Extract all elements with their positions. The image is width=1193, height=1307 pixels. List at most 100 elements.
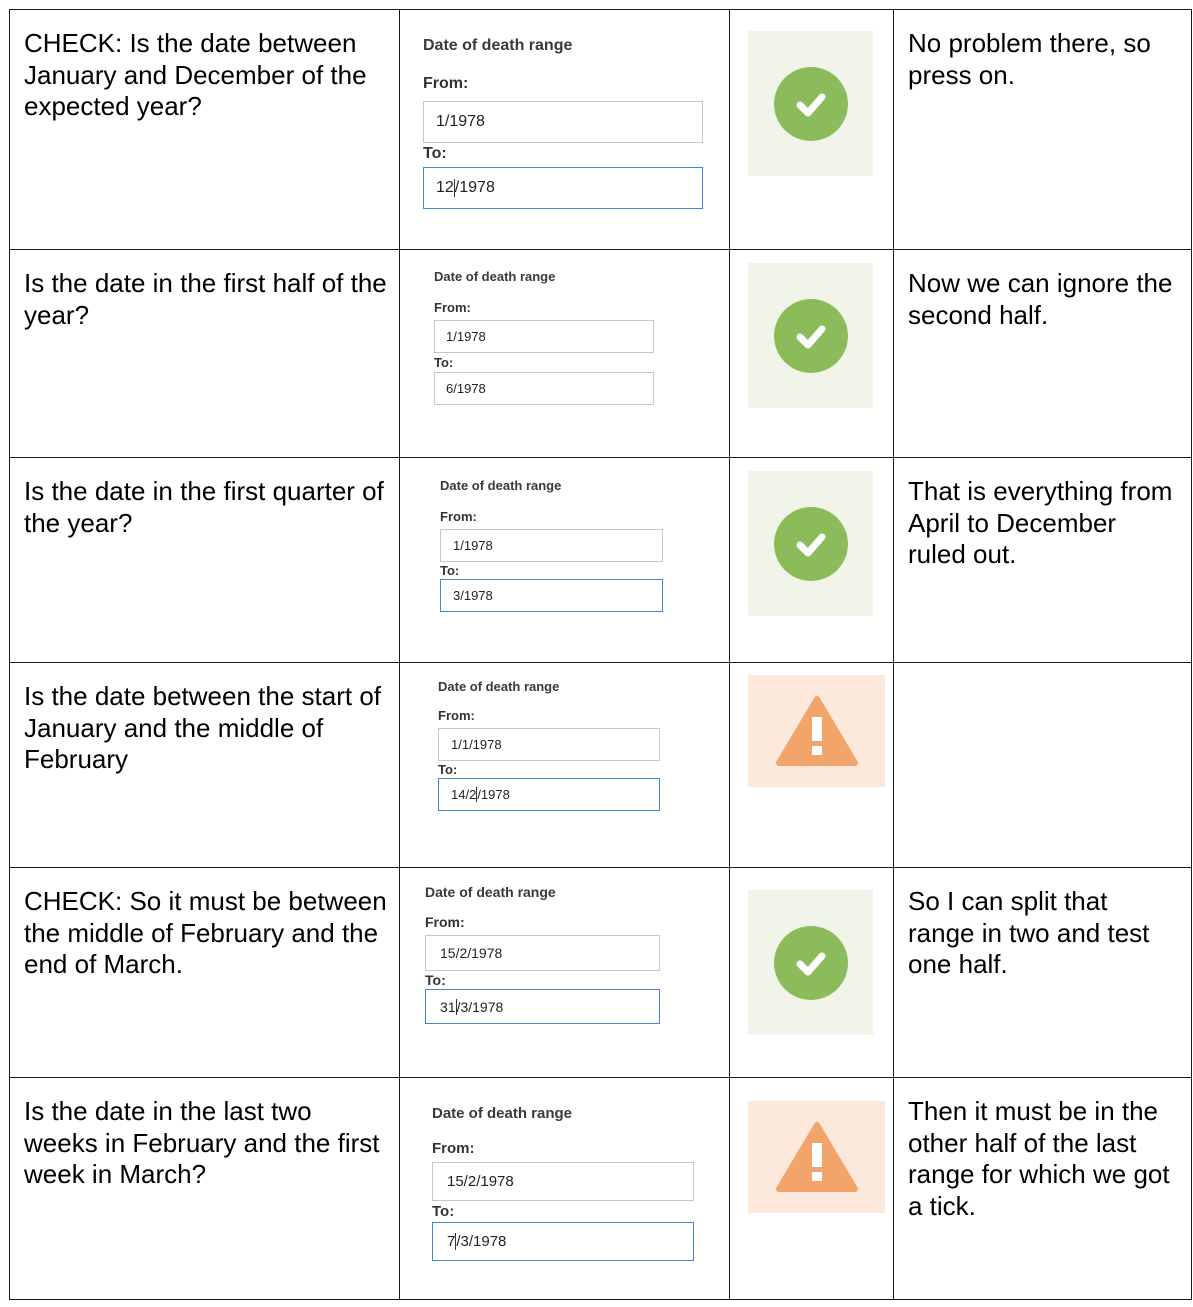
to-label: To: bbox=[425, 972, 446, 988]
question-cell: CHECK: So it must be between the middle … bbox=[9, 867, 400, 1078]
icon-cell bbox=[729, 662, 894, 868]
form-cell: Date of death range From: 15/2/1978 To: … bbox=[399, 1077, 730, 1300]
table-row: Is the date in the last two weeks in Feb… bbox=[9, 1077, 1192, 1300]
question-text: CHECK: So it must be between the middle … bbox=[24, 886, 387, 979]
form-title: Date of death range bbox=[434, 269, 556, 284]
form-title: Date of death range bbox=[423, 37, 573, 54]
to-label: To: bbox=[434, 355, 454, 370]
note-text bbox=[894, 663, 1191, 681]
to-label: To: bbox=[440, 563, 460, 578]
from-label: From: bbox=[438, 708, 475, 723]
from-label: From: bbox=[432, 1140, 475, 1157]
question-text: Is the date in the first quarter of the … bbox=[24, 476, 384, 538]
to-value-after: /3/1978 bbox=[456, 1233, 507, 1250]
to-value-before: 7 bbox=[447, 1233, 456, 1250]
from-input[interactable]: 1/1978 bbox=[423, 101, 703, 143]
to-value-before: 12 bbox=[436, 179, 454, 196]
from-input[interactable]: 15/2/1978 bbox=[425, 935, 660, 971]
date-range-form: Date of death range From: 1/1978 To: 12/… bbox=[423, 37, 703, 209]
from-value: 1/1978 bbox=[453, 538, 493, 553]
question-text: Is the date in the first half of the yea… bbox=[24, 268, 387, 330]
from-label: From: bbox=[423, 75, 469, 92]
form-cell: Date of death range From: 15/2/1978 To: … bbox=[399, 867, 730, 1078]
date-range-form: Date of death range From: 15/2/1978 To: … bbox=[425, 884, 660, 1024]
to-input[interactable]: 14/2/1978 bbox=[438, 778, 660, 811]
check-circle-icon bbox=[773, 506, 848, 581]
to-input[interactable]: 6/1978 bbox=[434, 372, 654, 405]
form-title: Date of death range bbox=[438, 679, 560, 694]
form-title: Date of death range bbox=[440, 478, 562, 493]
table-row: CHECK: So it must be between the middle … bbox=[9, 867, 1192, 1078]
from-label: From: bbox=[425, 914, 465, 930]
to-value: 3/1978 bbox=[453, 588, 493, 603]
from-label: From: bbox=[440, 509, 477, 524]
status-tile bbox=[748, 675, 885, 787]
form-cell: Date of death range From: 1/1/1978 To: 1… bbox=[399, 662, 730, 868]
from-value: 15/2/1978 bbox=[447, 1173, 514, 1190]
question-text: Is the date between the start of January… bbox=[24, 681, 382, 774]
warning-triangle-icon bbox=[775, 696, 858, 766]
to-value-after: /1978 bbox=[454, 179, 495, 196]
question-cell: CHECK: Is the date between January and D… bbox=[9, 9, 400, 250]
from-value: 1/1978 bbox=[446, 329, 486, 344]
question-cell: Is the date in the last two weeks in Feb… bbox=[9, 1077, 400, 1300]
note-cell: Now we can ignore the second half. bbox=[893, 249, 1192, 458]
form-title: Date of death range bbox=[432, 1105, 573, 1122]
question-text: Is the date in the last two weeks in Feb… bbox=[24, 1096, 380, 1189]
to-value-before: 14/2 bbox=[451, 787, 477, 802]
status-tile bbox=[748, 1101, 885, 1213]
question-cell: Is the date in the first quarter of the … bbox=[9, 457, 400, 663]
from-input[interactable]: 1/1978 bbox=[440, 529, 663, 562]
note-cell: That is everything from April to Decembe… bbox=[893, 457, 1192, 663]
to-value-before: 31 bbox=[440, 998, 456, 1015]
note-cell: So I can split that range in two and tes… bbox=[893, 867, 1192, 1078]
to-value-after: /3/1978 bbox=[456, 998, 504, 1015]
date-range-form: Date of death range From: 1/1978 To: 3/1… bbox=[440, 478, 663, 612]
to-input[interactable]: 31/3/1978 bbox=[425, 989, 660, 1024]
warning-triangle-icon bbox=[775, 1122, 858, 1192]
question-cell: Is the date in the first half of the yea… bbox=[9, 249, 400, 458]
icon-cell bbox=[729, 9, 894, 250]
from-input[interactable]: 15/2/1978 bbox=[432, 1162, 694, 1201]
from-value: 15/2/1978 bbox=[440, 945, 503, 961]
to-value: 6/1978 bbox=[446, 381, 486, 396]
status-tile bbox=[748, 890, 873, 1035]
date-range-form: Date of death range From: 1/1978 To: 6/1… bbox=[434, 269, 654, 405]
from-value: 1/1/1978 bbox=[451, 737, 502, 752]
table-row: Is the date in the first quarter of the … bbox=[9, 457, 1192, 663]
note-text: Now we can ignore the second half. bbox=[908, 268, 1173, 330]
from-value: 1/1978 bbox=[436, 113, 485, 130]
table-row: Is the date in the first half of the yea… bbox=[9, 249, 1192, 458]
note-text: Then it must be in the other half of the… bbox=[908, 1096, 1170, 1221]
to-value-after: /1978 bbox=[477, 787, 510, 802]
icon-cell bbox=[729, 867, 894, 1078]
icon-cell bbox=[729, 1077, 894, 1300]
table-row: CHECK: Is the date between January and D… bbox=[9, 9, 1192, 250]
status-tile bbox=[748, 471, 873, 616]
icon-cell bbox=[729, 457, 894, 663]
to-input[interactable]: 12/1978 bbox=[423, 167, 703, 209]
from-input[interactable]: 1/1978 bbox=[434, 320, 654, 353]
note-cell: Then it must be in the other half of the… bbox=[893, 1077, 1192, 1300]
from-input[interactable]: 1/1/1978 bbox=[438, 728, 660, 761]
to-label: To: bbox=[438, 762, 458, 777]
note-text: So I can split that range in two and tes… bbox=[908, 886, 1150, 979]
date-range-form: Date of death range From: 1/1/1978 To: 1… bbox=[438, 679, 660, 811]
to-input[interactable]: 3/1978 bbox=[440, 579, 663, 612]
check-circle-icon bbox=[773, 298, 848, 373]
table-row: Is the date between the start of January… bbox=[9, 662, 1192, 868]
icon-cell bbox=[729, 249, 894, 458]
note-text: That is everything from April to Decembe… bbox=[908, 476, 1173, 569]
status-tile bbox=[748, 31, 873, 176]
bisection-table: CHECK: Is the date between January and D… bbox=[9, 9, 1192, 1300]
date-range-form: Date of death range From: 15/2/1978 To: … bbox=[432, 1105, 694, 1261]
question-cell: Is the date between the start of January… bbox=[9, 662, 400, 868]
form-cell: Date of death range From: 1/1978 To: 6/1… bbox=[399, 249, 730, 458]
status-tile bbox=[748, 263, 873, 408]
to-input[interactable]: 7/3/1978 bbox=[432, 1222, 694, 1261]
check-circle-icon bbox=[773, 925, 848, 1000]
from-label: From: bbox=[434, 300, 471, 315]
to-label: To: bbox=[432, 1203, 455, 1220]
question-text: CHECK: Is the date between January and D… bbox=[24, 28, 367, 121]
form-cell: Date of death range From: 1/1978 To: 3/1… bbox=[399, 457, 730, 663]
